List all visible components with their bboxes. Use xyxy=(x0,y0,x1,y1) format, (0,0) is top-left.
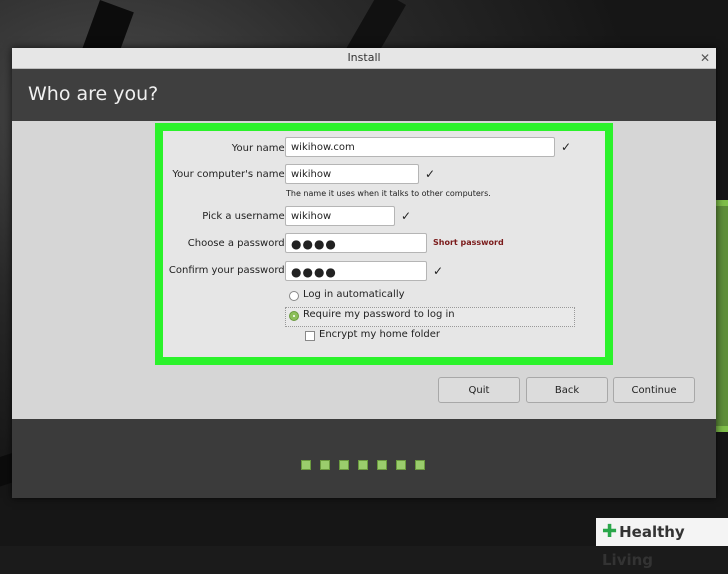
encrypt-home-checkbox[interactable] xyxy=(305,331,315,341)
computer-name-label: Your computer's name: xyxy=(172,169,288,180)
progress-step-dot xyxy=(301,460,311,470)
encrypt-home-label[interactable]: Encrypt my home folder xyxy=(319,329,440,340)
name-valid-check-icon: ✓ xyxy=(561,140,572,154)
login-automatically-label[interactable]: Log in automatically xyxy=(303,289,405,300)
username-label: Pick a username: xyxy=(202,211,288,222)
progress-step-dot xyxy=(320,460,330,470)
progress-step-dot xyxy=(396,460,406,470)
close-icon[interactable]: ✕ xyxy=(698,51,712,65)
install-footer xyxy=(12,419,716,498)
computer-name-valid-check-icon: ✓ xyxy=(425,167,436,181)
user-form-highlight: Your name: wikihow.com ✓ Your computer's… xyxy=(155,123,613,365)
require-password-label[interactable]: Require my password to log in xyxy=(303,309,455,320)
quit-button[interactable]: Quit xyxy=(438,377,520,403)
confirm-password-label: Confirm your password: xyxy=(168,265,288,276)
progress-step-dot xyxy=(358,460,368,470)
password-label: Choose a password: xyxy=(187,238,288,249)
login-automatically-radio[interactable] xyxy=(289,291,299,301)
computer-name-hint: The name it uses when it talks to other … xyxy=(286,189,491,198)
page-title: Who are you? xyxy=(28,83,159,105)
name-label: Your name: xyxy=(231,143,288,154)
name-input[interactable]: wikihow.com xyxy=(285,137,555,157)
password-input[interactable]: ●●●● xyxy=(285,233,427,253)
progress-step-dot xyxy=(377,460,387,470)
back-button[interactable]: Back xyxy=(526,377,608,403)
computer-name-input[interactable]: wikihow xyxy=(285,164,419,184)
content-area: Your name: wikihow.com ✓ Your computer's… xyxy=(12,121,716,419)
username-valid-check-icon: ✓ xyxy=(401,209,412,223)
progress-step-dot xyxy=(415,460,425,470)
username-input[interactable]: wikihow xyxy=(285,206,395,226)
progress-step-dot xyxy=(339,460,349,470)
page-header: Who are you? xyxy=(12,69,716,121)
install-window: Install ✕ Who are you? Your name: wikiho… xyxy=(12,48,716,498)
password-strength-warning: Short password xyxy=(433,238,504,247)
confirm-password-valid-check-icon: ✓ xyxy=(433,264,444,278)
window-titlebar[interactable]: Install ✕ xyxy=(12,48,716,69)
installer-step-progress xyxy=(301,455,434,470)
continue-button[interactable]: Continue xyxy=(613,377,695,403)
health-plus-icon: ✚ xyxy=(602,521,618,542)
confirm-password-input[interactable]: ●●●● xyxy=(285,261,427,281)
watermark: ✚ Healthy Living xyxy=(596,518,728,569)
require-password-radio[interactable] xyxy=(289,311,299,321)
window-title: Install xyxy=(347,51,381,64)
